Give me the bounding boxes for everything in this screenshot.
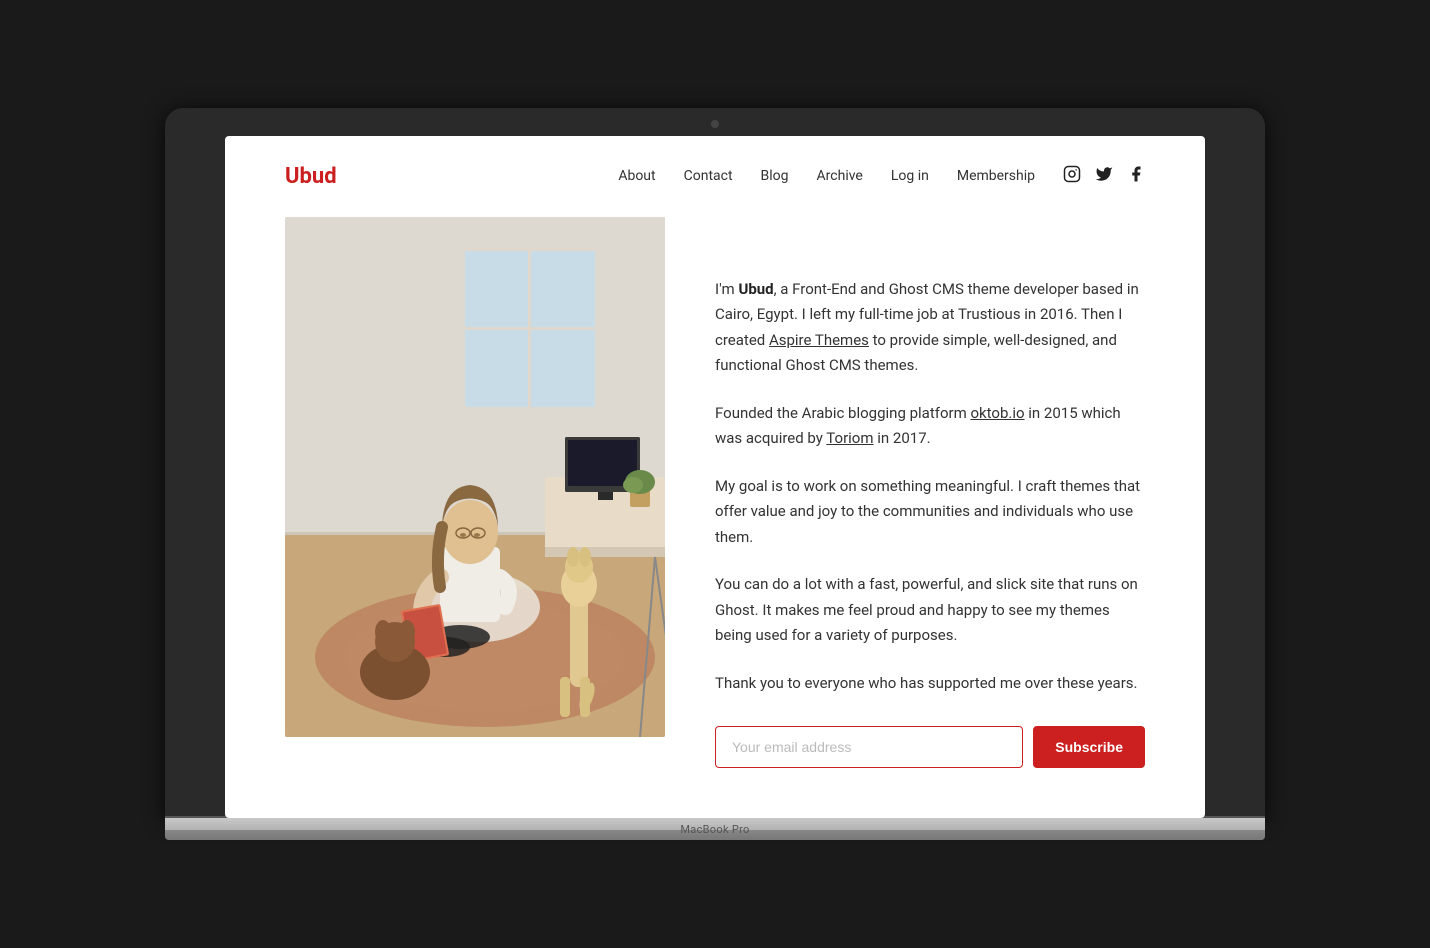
nav-login[interactable]: Log in: [891, 168, 929, 184]
bio-paragraph-1: I'm Ubud, a Front-End and Ghost CMS them…: [715, 277, 1145, 379]
profile-image: [285, 217, 665, 737]
instagram-icon[interactable]: [1063, 165, 1081, 188]
facebook-icon[interactable]: [1127, 165, 1145, 188]
browser-screen: Ubud About Contact Blog Archive Log in M…: [225, 136, 1205, 819]
aspire-themes-link[interactable]: Aspire Themes: [769, 331, 869, 349]
bio-paragraph-3: My goal is to work on something meaningf…: [715, 474, 1145, 551]
email-input[interactable]: [715, 726, 1023, 768]
macbook-label: MacBook Pro: [680, 823, 749, 836]
site-logo[interactable]: Ubud: [285, 164, 337, 189]
nav-membership[interactable]: Membership: [957, 168, 1035, 184]
oktob-link[interactable]: oktob.io: [970, 404, 1024, 422]
toriom-link[interactable]: Toriom: [826, 429, 873, 447]
twitter-icon[interactable]: [1095, 165, 1113, 188]
social-icons: [1063, 165, 1145, 188]
main-content: I'm Ubud, a Front-End and Ghost CMS them…: [225, 217, 1205, 819]
bio-paragraph-4: You can do a lot with a fast, powerful, …: [715, 572, 1145, 649]
nav-archive[interactable]: Archive: [817, 168, 863, 184]
bio-content: I'm Ubud, a Front-End and Ghost CMS them…: [715, 217, 1145, 769]
bio-paragraph-5: Thank you to everyone who has supported …: [715, 671, 1145, 697]
bio-paragraph-2: Founded the Arabic blogging platform okt…: [715, 401, 1145, 452]
nav-contact[interactable]: Contact: [684, 168, 733, 184]
subscribe-form: Subscribe: [715, 726, 1145, 768]
nav-about[interactable]: About: [618, 168, 655, 184]
site-header: Ubud About Contact Blog Archive Log in M…: [225, 136, 1205, 217]
nav-blog[interactable]: Blog: [761, 168, 789, 184]
profile-image-container: [285, 217, 665, 737]
brand-name-bold: Ubud: [738, 280, 773, 298]
subscribe-button[interactable]: Subscribe: [1033, 726, 1145, 768]
main-nav: About Contact Blog Archive Log in Member…: [618, 165, 1145, 188]
laptop-base: MacBook Pro: [165, 818, 1265, 840]
